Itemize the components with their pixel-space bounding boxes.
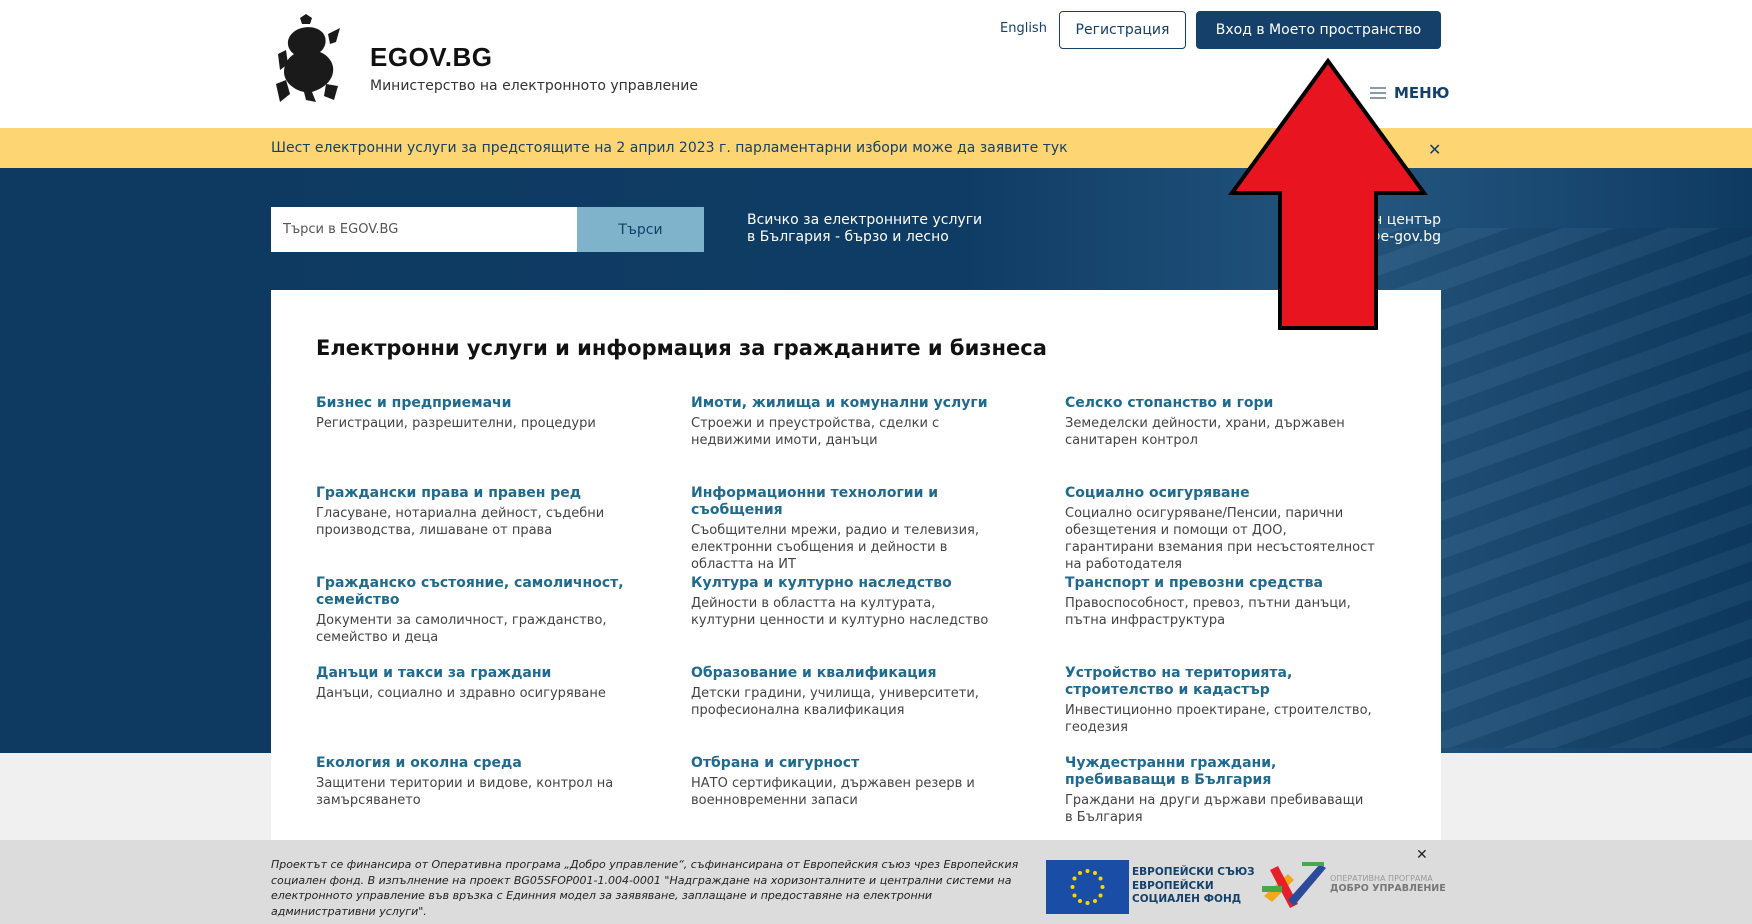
services-title: Електронни услуги и информация за гражда… — [316, 336, 1047, 360]
service-link[interactable]: Образование и квалификация — [691, 665, 1001, 682]
service-link[interactable]: Транспорт и превозни средства — [1065, 575, 1375, 592]
red-arrow-annotation — [1228, 58, 1428, 330]
services-card: Електронни услуги и информация за гражда… — [271, 290, 1441, 850]
op-label-small: Оперативна програма — [1330, 874, 1433, 883]
service-item[interactable]: Граждански права и правен ред Гласуване,… — [316, 485, 626, 539]
close-icon[interactable]: ✕ — [1428, 140, 1441, 159]
language-switch-link[interactable]: English — [1000, 21, 1047, 36]
coat-of-arms-logo[interactable] — [270, 14, 344, 106]
service-item[interactable]: Селско стопанство и гори Земеделски дейн… — [1065, 395, 1375, 449]
login-button[interactable]: Вход в Моето пространство — [1196, 11, 1441, 49]
service-item[interactable]: Транспорт и превозни средства Правоспосо… — [1065, 575, 1375, 629]
service-description: Дейности в областта на културата, култур… — [691, 596, 989, 628]
service-item[interactable]: Социално осигуряване Социално осигуряван… — [1065, 485, 1375, 573]
service-link[interactable]: Бизнес и предприемачи — [316, 395, 626, 412]
service-item[interactable]: Отбрана и сигурност НАТО сертификации, д… — [691, 755, 1001, 809]
service-description: Данъци, социално и здравно осигуряване — [316, 686, 606, 701]
service-link[interactable]: Селско стопанство и гори — [1065, 395, 1375, 412]
search-button[interactable]: Търси — [577, 207, 704, 252]
service-description: Защитени територии и видове, контрол на … — [316, 776, 614, 808]
service-link[interactable]: Имоти, жилища и комунални услуги — [691, 395, 1001, 412]
site-header: EGOV.BG Министерство на електронното упр… — [0, 0, 1752, 128]
register-button[interactable]: Регистрация — [1059, 11, 1186, 49]
announcement-bar: Шест електронни услуги за предстоящите н… — [0, 128, 1752, 168]
service-description: Земеделски дейности, храни, държавен сан… — [1065, 416, 1345, 448]
eu-fund-label: Европейски съюз Европейски социален фонд — [1132, 866, 1255, 905]
service-description: Документи за самоличност, гражданство, с… — [316, 613, 607, 645]
service-item[interactable]: Образование и квалификация Детски градин… — [691, 665, 1001, 719]
good-governance-logo — [1262, 862, 1326, 908]
service-link[interactable]: Чуждестранни граждани, пребиваващи в Бъл… — [1065, 755, 1375, 789]
service-description: Инвестиционно проектиране, строителство,… — [1065, 703, 1372, 735]
service-link[interactable]: Отбрана и сигурност — [691, 755, 1001, 772]
brand-title[interactable]: EGOV.BG — [370, 42, 492, 73]
service-description: Съобщителни мрежи, радио и телевизия, ел… — [691, 523, 979, 572]
service-link[interactable]: Гражданско състояние, самоличност, семей… — [316, 575, 626, 609]
op-label: Добро управление — [1330, 883, 1446, 894]
service-link[interactable]: Данъци и такси за граждани — [316, 665, 626, 682]
service-link[interactable]: Екология и околна среда — [316, 755, 626, 772]
service-description: НАТО сертификации, държавен резерв и вое… — [691, 776, 975, 808]
service-description: Правоспособност, превоз, пътни данъци, п… — [1065, 596, 1351, 628]
hero-tagline: Всичко за електронните услуги в България… — [747, 212, 983, 245]
service-link[interactable]: Информационни технологии и съобщения — [691, 485, 1001, 519]
service-description: Граждани на други държави пребиваващи в … — [1065, 793, 1364, 825]
close-icon[interactable]: ✕ — [1416, 847, 1428, 863]
service-item[interactable]: Устройство на територията, строителство … — [1065, 665, 1375, 736]
service-link[interactable]: Култура и културно наследство — [691, 575, 1001, 592]
service-item[interactable]: Данъци и такси за граждани Данъци, социа… — [316, 665, 626, 702]
funding-text: Проектът се финансира от Оперативна прог… — [271, 858, 1019, 918]
service-link[interactable]: Социално осигуряване — [1065, 485, 1375, 502]
service-item[interactable]: Информационни технологии и съобщения Съо… — [691, 485, 1001, 573]
eu-flag-logo — [1046, 860, 1129, 914]
eu-stars-icon — [1070, 869, 1105, 905]
service-description: Строежи и преустройства, сделки с недвиж… — [691, 416, 940, 448]
service-item[interactable]: Екология и околна среда Защитени територ… — [316, 755, 626, 809]
service-description: Гласуване, нотариална дейност, съдебни п… — [316, 506, 605, 538]
search-input[interactable] — [271, 207, 577, 252]
service-item[interactable]: Бизнес и предприемачи Регистрации, разре… — [316, 395, 626, 432]
service-item[interactable]: Чуждестранни граждани, пребиваващи в Бъл… — [1065, 755, 1375, 826]
service-description: Социално осигуряване/Пенсии, парични обе… — [1065, 506, 1375, 572]
service-link[interactable]: Граждански права и правен ред — [316, 485, 626, 502]
service-item[interactable]: Култура и културно наследство Дейности в… — [691, 575, 1001, 629]
service-link[interactable]: Устройство на територията, строителство … — [1065, 665, 1375, 699]
service-item[interactable]: Гражданско състояние, самоличност, семей… — [316, 575, 626, 646]
service-description: Регистрации, разрешителни, процедури — [316, 416, 596, 431]
service-description: Детски градини, училища, университети, п… — [691, 686, 979, 718]
announcement-link[interactable]: Шест електронни услуги за предстоящите н… — [271, 140, 1068, 156]
brand-subtitle: Министерство на електронното управление — [370, 78, 698, 94]
service-item[interactable]: Имоти, жилища и комунални услуги Строежи… — [691, 395, 1001, 449]
funding-banner: Проектът се финансира от Оперативна прог… — [0, 840, 1752, 924]
